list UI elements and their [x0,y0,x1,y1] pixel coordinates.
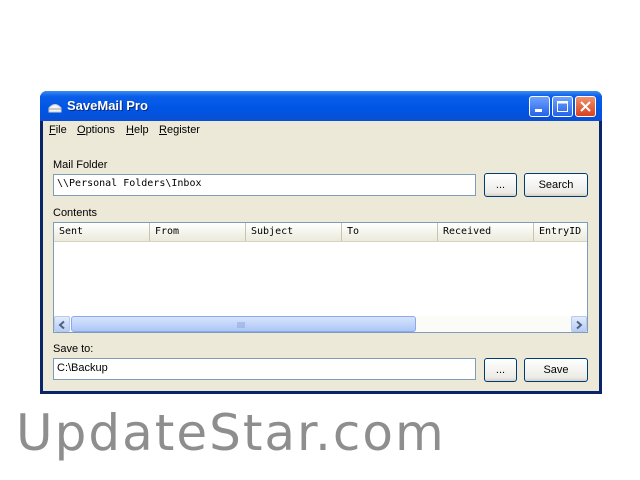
save-button[interactable]: Save [524,358,588,382]
title-bar[interactable]: SaveMail Pro [40,91,602,121]
horizontal-scrollbar[interactable] [54,316,587,332]
grip-icon [237,322,245,328]
chevron-right-icon [576,320,583,330]
minimize-icon [535,109,542,112]
scroll-thumb[interactable] [71,316,416,332]
app-window: SaveMail Pro File Options Help Register … [40,91,602,394]
chevron-left-icon [58,320,65,330]
scroll-right-button[interactable] [571,316,587,332]
save-to-browse-button[interactable]: ... [484,358,517,382]
mail-folder-label: Mail Folder [53,159,108,171]
save-to-label: Save to: [53,343,94,355]
search-button[interactable]: Search [524,173,588,197]
menu-bar: File Options Help Register [43,121,599,141]
menu-register[interactable]: Register [159,124,200,136]
window-title: SaveMail Pro [67,98,148,113]
column-header-subject[interactable]: Subject [246,223,342,241]
column-header-from[interactable]: From [150,223,246,241]
close-button[interactable] [575,96,596,117]
save-to-input[interactable]: C:\Backup [53,358,476,380]
menu-file[interactable]: File [49,124,67,136]
column-header-to[interactable]: To [342,223,438,241]
scroll-left-button[interactable] [54,316,70,332]
mail-folder-input[interactable]: \\Personal Folders\Inbox [53,174,476,196]
column-header-entryid[interactable]: EntryID [534,223,587,241]
window-client: File Options Help Register Mail Folder \… [43,121,599,391]
close-icon [580,101,591,112]
list-header: Sent From Subject To Received EntryID [54,223,587,242]
maximize-icon [557,101,568,112]
menu-help[interactable]: Help [126,124,149,136]
menu-options[interactable]: Options [77,124,115,136]
mail-folder-browse-button[interactable]: ... [484,173,517,197]
maximize-button[interactable] [552,96,573,117]
mail-app-icon [48,99,62,113]
contents-list[interactable]: Sent From Subject To Received EntryID [53,222,588,333]
column-header-sent[interactable]: Sent [54,223,150,241]
minimize-button[interactable] [529,96,550,117]
contents-label: Contents [53,207,98,219]
watermark-text: UpdateStar.com [16,404,446,462]
column-header-received[interactable]: Received [438,223,534,241]
